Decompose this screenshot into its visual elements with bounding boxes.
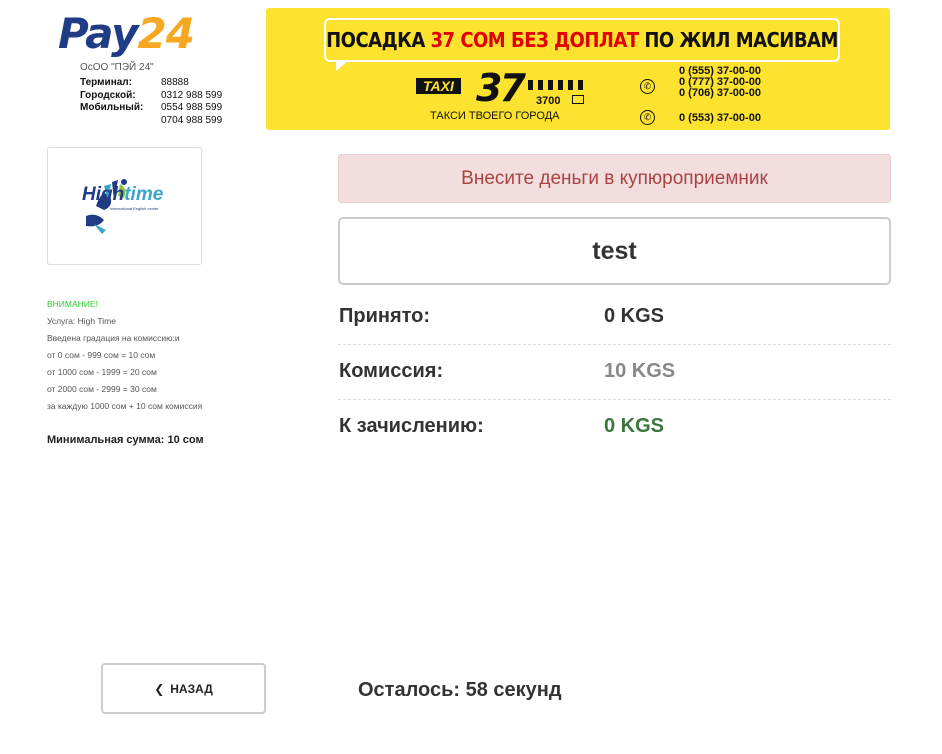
- logo-high: High: [82, 184, 125, 205]
- back-button-label: НАЗАД: [170, 681, 213, 696]
- ad-headline: ПОСАДКА 37 СОМ БЕЗ ДОПЛАТ ПО ЖИЛ МАСИВАМ: [326, 28, 838, 52]
- summary-label: К зачислению:: [339, 415, 484, 437]
- taxi37-logo: TAXI 37 3700: [406, 66, 596, 110]
- taxi-word: TAXI: [416, 78, 461, 94]
- logo-24-text: 24: [137, 9, 195, 58]
- taxi-word-text: TAXI: [420, 78, 457, 94]
- contact-row: Городской: 0312 988 599: [80, 90, 222, 103]
- pay24-logo: Pay24: [58, 10, 208, 58]
- taxi-code: 3700: [536, 95, 561, 107]
- taxi-number: 37: [476, 66, 526, 110]
- contact-row: 0704 988 599: [80, 115, 222, 128]
- insert-money-alert: Внесите деньги в купюроприемник: [338, 154, 891, 203]
- ad-headline-part2: ПО ЖИЛ МАСИВАМ: [638, 28, 838, 52]
- notice-line: Услуга: High Time: [47, 316, 116, 326]
- phone-list: 0 (555) 37-00-00 0 (777) 37-00-00 0 (706…: [664, 66, 761, 99]
- chevron-left-icon: ❮: [154, 681, 165, 696]
- notice-line: от 0 сом - 999 сом = 10 сом: [47, 350, 156, 360]
- contact-label: Городской:: [80, 89, 136, 101]
- notice-line: за каждую 1000 сом + 10 сом комиссия: [47, 401, 203, 411]
- ad-headline-part1: ПОСАДКА: [326, 28, 431, 52]
- summary-value: 0 KGS: [604, 415, 665, 437]
- payment-summary: Принято: 0 KGS Комиссия: 10 KGS К зачисл…: [338, 290, 891, 454]
- summary-label: Комиссия:: [339, 360, 444, 382]
- mail-icon: [572, 95, 584, 104]
- service-logo-subtitle: International English center: [110, 206, 159, 211]
- summary-row-accepted: Принято: 0 KGS: [338, 290, 891, 345]
- whatsapp-icon: ✆: [640, 110, 655, 125]
- phone-number: 0 (706) 37-00-00: [679, 87, 761, 99]
- contact-value: 0704 988 599: [161, 114, 223, 126]
- whatsapp-number: 0 (553) 37-00-00: [679, 112, 761, 124]
- contact-value: 0312 988 599: [161, 89, 223, 101]
- logo-time: time: [124, 184, 164, 205]
- logo-pay-text: Pay: [58, 9, 139, 58]
- bubble-tail: [336, 61, 348, 71]
- notice-line: Введена градация на комиссию:и: [47, 333, 180, 343]
- notice-line: от 1000 сом - 1999 = 20 сом: [47, 367, 157, 377]
- contacts-block: Терминал: 88888 Городской: 0312 988 599 Мо…: [80, 77, 222, 127]
- ad-speech-bubble: ПОСАДКА 37 СОМ БЕЗ ДОПЛАТ ПО ЖИЛ МАСИВАМ: [324, 18, 840, 71]
- contact-label: Мобильный:: [80, 102, 144, 113]
- notice-warning: ВНИМАНИЕ!: [47, 299, 98, 309]
- minimum-sum: Минимальная сумма: 10 сом: [47, 434, 204, 446]
- taxi-slogan: ТАКСИ ТВОЕГО ГОРОДА: [430, 110, 560, 122]
- contact-row: Мобильный: 0554 988 599: [80, 102, 222, 115]
- countdown-timer: Осталось: 58 секунд: [358, 679, 562, 701]
- taxi-ad-banner: ПОСАДКА 37 СОМ БЕЗ ДОПЛАТ ПО ЖИЛ МАСИВАМ…: [266, 8, 890, 130]
- service-logo-card: Hightime International English center: [47, 147, 202, 265]
- contact-value: 88888: [161, 77, 189, 88]
- service-logo-text: Hightime: [82, 184, 163, 206]
- company-name: ОсОО "ПЭЙ 24": [80, 62, 154, 73]
- account-display: test: [338, 217, 891, 285]
- summary-row-commission: Комиссия: 10 KGS: [338, 345, 891, 400]
- contact-row: Терминал: 88888: [80, 77, 222, 90]
- contact-label: Терминал:: [80, 77, 132, 88]
- taxi-stripes: [528, 80, 586, 90]
- summary-label: Принято:: [339, 305, 431, 327]
- contact-label: [80, 115, 161, 128]
- summary-row-credit: К зачислению: 0 KGS: [338, 400, 891, 454]
- contact-value: 0554 988 599: [161, 102, 223, 113]
- phone-icon: ✆: [640, 79, 655, 94]
- notice-line: от 2000 сом - 2999 = 30 сом: [47, 384, 157, 394]
- commission-notice: ВНИМАНИЕ! Услуга: High Time Введена град…: [47, 296, 202, 415]
- summary-value: 0 KGS: [604, 305, 665, 327]
- back-button[interactable]: ❮ НАЗАД: [101, 663, 266, 714]
- summary-value: 10 KGS: [604, 360, 676, 382]
- ad-headline-red: 37 СОМ БЕЗ ДОПЛАТ: [430, 28, 640, 52]
